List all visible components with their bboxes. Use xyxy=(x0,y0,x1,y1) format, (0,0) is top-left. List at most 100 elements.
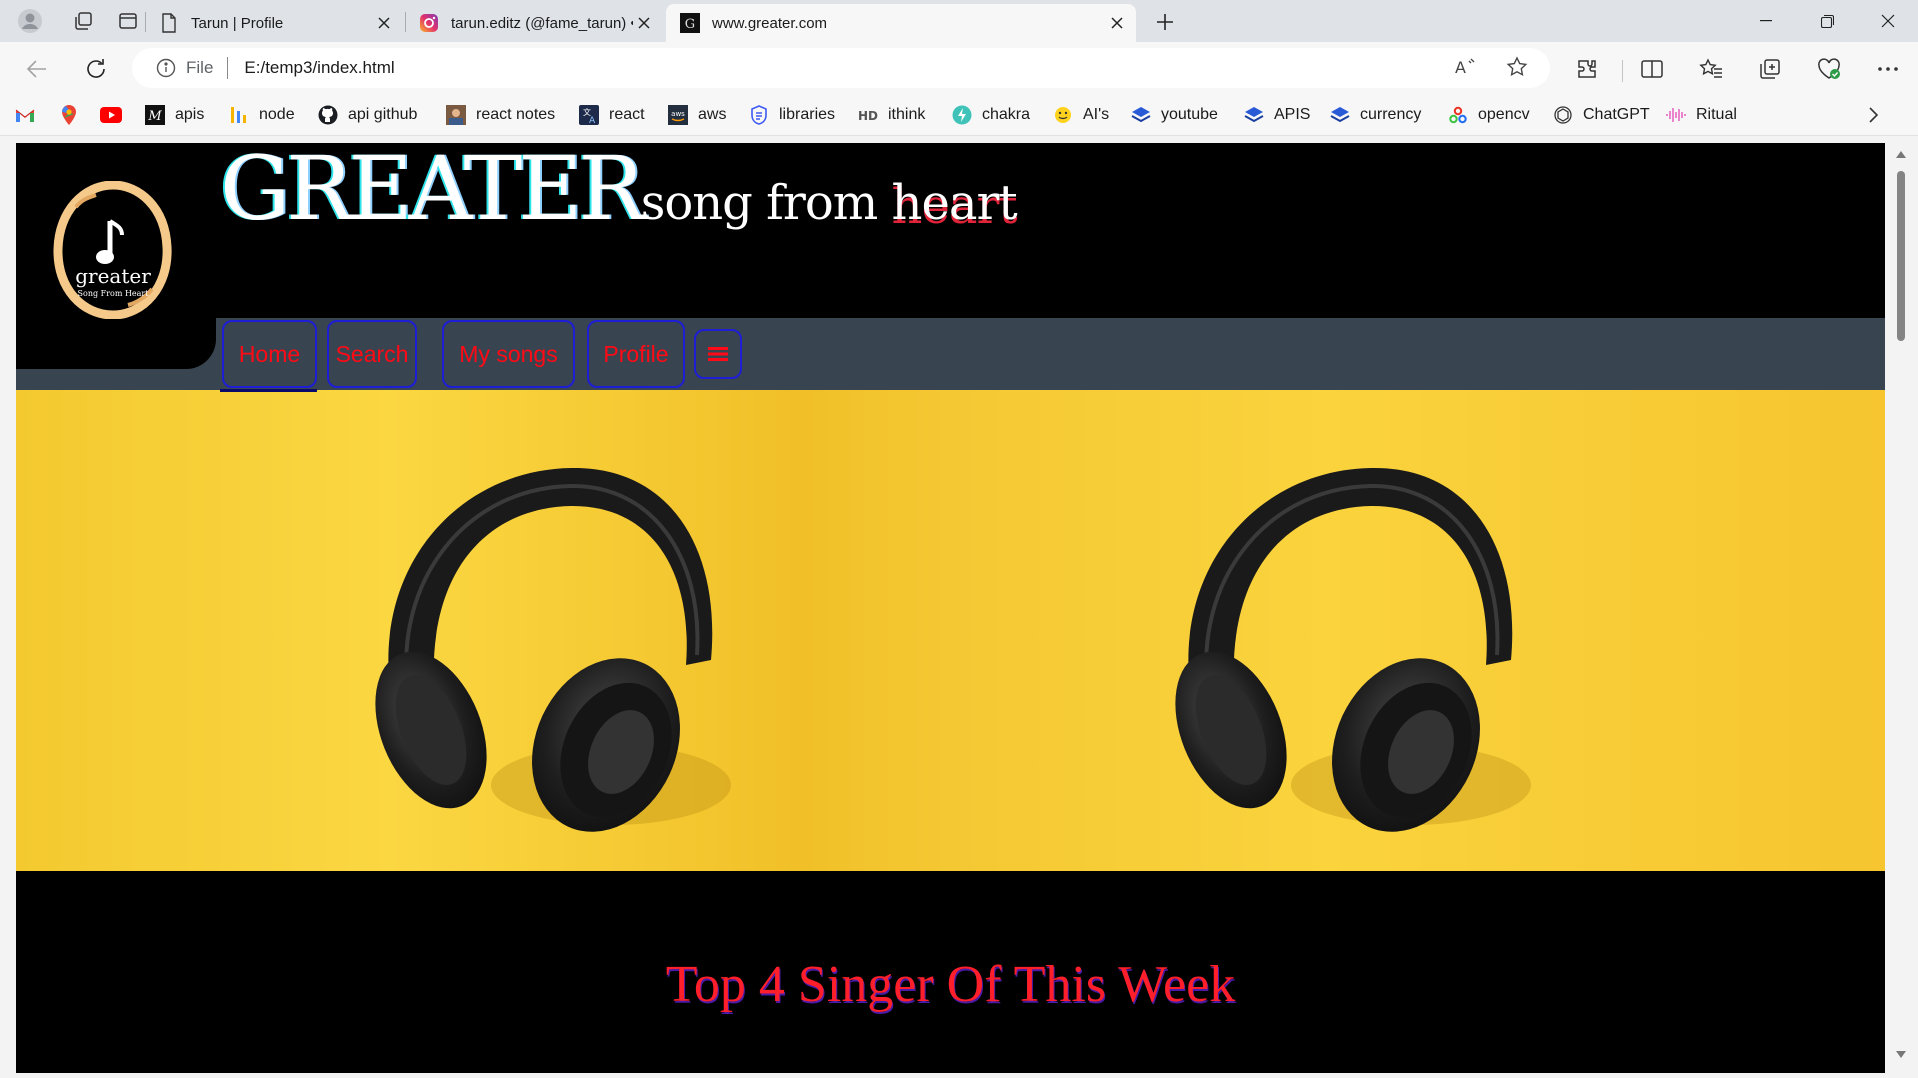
site-title-main: GREATER xyxy=(220,143,645,240)
layers-icon xyxy=(1130,104,1152,126)
site-title-sub-end: heart xyxy=(891,175,1018,231)
bookmark-label: APIS xyxy=(1274,106,1311,123)
nav-my-songs[interactable]: My songs xyxy=(442,320,575,388)
bookmark-node[interactable]: node xyxy=(228,102,295,128)
gmail-icon xyxy=(14,104,36,126)
tab-actions-icon[interactable] xyxy=(112,5,144,37)
svg-text:aws: aws xyxy=(671,110,685,118)
read-aloud-icon[interactable]: A xyxy=(1448,50,1482,84)
bookmark-ritual[interactable]: Ritual xyxy=(1665,102,1737,128)
chevron-right-icon[interactable] xyxy=(1860,102,1886,128)
more-menu-icon[interactable] xyxy=(1871,52,1905,86)
close-icon[interactable] xyxy=(633,12,655,34)
bookmark-react[interactable]: 文A react xyxy=(578,102,645,128)
close-icon[interactable] xyxy=(1106,12,1128,34)
tab-title: tarun.editz (@fame_tarun) • Insta xyxy=(451,14,633,32)
minimize-button[interactable] xyxy=(1736,0,1796,42)
scroll-down-icon xyxy=(1896,1051,1906,1058)
collections-icon[interactable] xyxy=(1753,52,1787,86)
bookmark-youtube[interactable] xyxy=(100,102,131,128)
maps-icon xyxy=(58,104,80,126)
bookmark-label: opencv xyxy=(1478,106,1530,123)
favorites-icon[interactable] xyxy=(1694,52,1728,86)
hamburger-menu-icon[interactable] xyxy=(694,329,742,379)
close-icon[interactable] xyxy=(373,12,395,34)
bookmark-apis[interactable]: M apis xyxy=(144,102,204,128)
bookmark-youtube-2[interactable]: youtube xyxy=(1130,102,1218,128)
bookmark-libraries[interactable]: libraries xyxy=(748,102,835,128)
avatar-icon xyxy=(445,104,467,126)
hug-icon xyxy=(1052,104,1074,126)
tab-instagram[interactable]: tarun.editz (@fame_tarun) • Insta xyxy=(405,4,663,42)
tab-title: Tarun | Profile xyxy=(191,14,284,32)
svg-text:G: G xyxy=(685,17,695,32)
bookmark-aws[interactable]: aws aws xyxy=(667,102,726,128)
github-icon xyxy=(317,104,339,126)
headphones-image xyxy=(375,467,731,832)
site-title-sub: song from xyxy=(640,175,892,231)
profile-avatar-icon[interactable] xyxy=(14,5,46,37)
bookmark-api-github[interactable]: api github xyxy=(317,102,417,128)
tab-title: www.greater.com xyxy=(712,14,828,32)
favorite-star-icon[interactable] xyxy=(1500,50,1534,84)
nav-profile[interactable]: Profile xyxy=(587,320,685,388)
bookmark-currency[interactable]: currency xyxy=(1329,102,1421,128)
aws-icon: aws xyxy=(667,104,689,126)
nav-search[interactable]: Search xyxy=(327,320,417,388)
logo-name: greater xyxy=(75,264,151,288)
restore-button[interactable] xyxy=(1797,0,1857,42)
youtube-icon xyxy=(100,104,122,126)
bookmark-chatgpt[interactable]: ChatGPT xyxy=(1552,102,1650,128)
back-button[interactable] xyxy=(20,52,54,86)
bookmark-label: chakra xyxy=(982,106,1031,123)
bookmark-ais[interactable]: AI's xyxy=(1052,102,1109,128)
bookmark-chakra[interactable]: chakra xyxy=(951,102,1030,128)
new-tab-button[interactable] xyxy=(1150,7,1180,37)
workspaces-icon[interactable] xyxy=(67,5,99,37)
bookmark-label: AI's xyxy=(1083,106,1110,123)
headphones-image xyxy=(1175,467,1531,832)
page-scrollbar[interactable] xyxy=(1885,143,1918,1078)
bookmark-label: youtube xyxy=(1161,106,1218,123)
site-logo[interactable]: greater Song From Heart xyxy=(16,143,216,369)
bars-icon xyxy=(228,104,250,126)
bookmark-label: react xyxy=(609,106,645,123)
layers-icon xyxy=(1243,104,1265,126)
address-bar[interactable]: File E:/temp3/index.html xyxy=(132,48,1550,88)
bookmark-label: currency xyxy=(1360,106,1422,123)
nav-home[interactable]: Home xyxy=(222,320,317,388)
bookmark-opencv[interactable]: opencv xyxy=(1447,102,1530,128)
site-title: GREATERsong from heart xyxy=(220,143,1018,240)
browser-tab-bar: Tarun | Profile tarun.editz (@fame_tarun… xyxy=(0,0,1918,42)
layers-icon xyxy=(1329,104,1351,126)
bookmark-apis-2[interactable]: APIS xyxy=(1243,102,1310,128)
page-viewport: greater Song From Heart GREATERsong from… xyxy=(16,143,1885,1073)
shield-doc-icon xyxy=(748,104,770,126)
bookmark-gmail[interactable] xyxy=(14,102,45,128)
refresh-button[interactable] xyxy=(79,52,113,86)
split-screen-icon[interactable] xyxy=(1635,52,1669,86)
svg-text:A: A xyxy=(589,116,596,125)
url-text[interactable]: E:/temp3/index.html xyxy=(244,58,394,78)
info-icon[interactable] xyxy=(156,58,176,78)
bookmark-maps[interactable] xyxy=(58,102,89,128)
svg-text:HD: HD xyxy=(858,109,878,123)
tab-tarun-profile[interactable]: Tarun | Profile xyxy=(145,4,403,42)
bookmark-label: node xyxy=(259,106,295,123)
scroll-up-icon xyxy=(1896,151,1906,158)
bookmark-label: libraries xyxy=(779,106,836,123)
scrollbar-thumb[interactable] xyxy=(1897,171,1905,341)
instagram-icon xyxy=(419,13,439,33)
bookmark-label: ChatGPT xyxy=(1583,106,1650,123)
translate-icon: 文A xyxy=(578,104,600,126)
bookmark-label: api github xyxy=(348,106,418,123)
browser-essentials-icon[interactable] xyxy=(1812,52,1846,86)
bookmark-react-notes[interactable]: react notes xyxy=(445,102,555,128)
close-window-button[interactable] xyxy=(1858,0,1918,42)
tab-greater[interactable]: G www.greater.com xyxy=(666,4,1136,42)
extensions-icon[interactable] xyxy=(1570,52,1604,86)
bookmark-ithink[interactable]: HD ithink xyxy=(857,102,925,128)
opencv-icon xyxy=(1447,104,1469,126)
openai-icon xyxy=(1552,104,1574,126)
document-icon xyxy=(159,13,179,33)
